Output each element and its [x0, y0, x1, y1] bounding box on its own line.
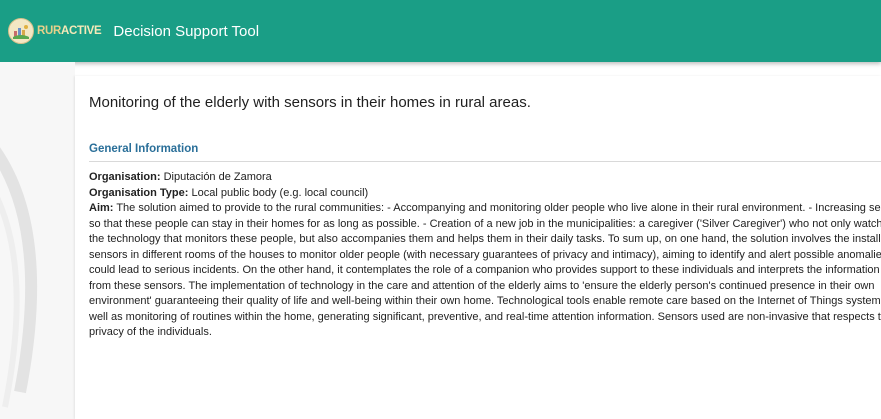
- organisation-label: Organisation:: [89, 171, 161, 183]
- aim-row: Aim: The solution aimed to provide to th…: [89, 201, 881, 341]
- app-title: Decision Support Tool: [113, 22, 260, 40]
- organisation-value: Diputación de Zamora: [163, 171, 272, 183]
- ruractive-logo[interactable]: RURACTIVE: [8, 18, 102, 44]
- section-divider: [89, 161, 881, 162]
- section-heading-general-information: General Information: [89, 143, 199, 155]
- organisation-row: Organisation: Diputación de Zamora: [89, 170, 881, 186]
- general-information-body: Organisation: Diputación de Zamora Organ…: [89, 170, 881, 341]
- logo-text: RURACTIVE: [37, 25, 102, 37]
- aim-label: Aim:: [89, 202, 114, 214]
- organisation-type-value: Local public body (e.g. local council): [191, 186, 369, 199]
- rural-landscape-icon: [8, 18, 34, 44]
- organisation-type-label: Organisation Type:: [89, 186, 189, 199]
- organisation-type-row: Organisation Type: Local public body (e.…: [89, 186, 881, 202]
- top-bar: RURACTIVE Decision Support Tool: [0, 0, 881, 62]
- main-content: Monitoring of the elderly with sensors i…: [75, 76, 881, 419]
- aim-value: The solution aimed to provide to the rur…: [89, 202, 881, 338]
- page-title: Monitoring of the elderly with sensors i…: [89, 94, 531, 111]
- decorative-curve: [0, 147, 38, 408]
